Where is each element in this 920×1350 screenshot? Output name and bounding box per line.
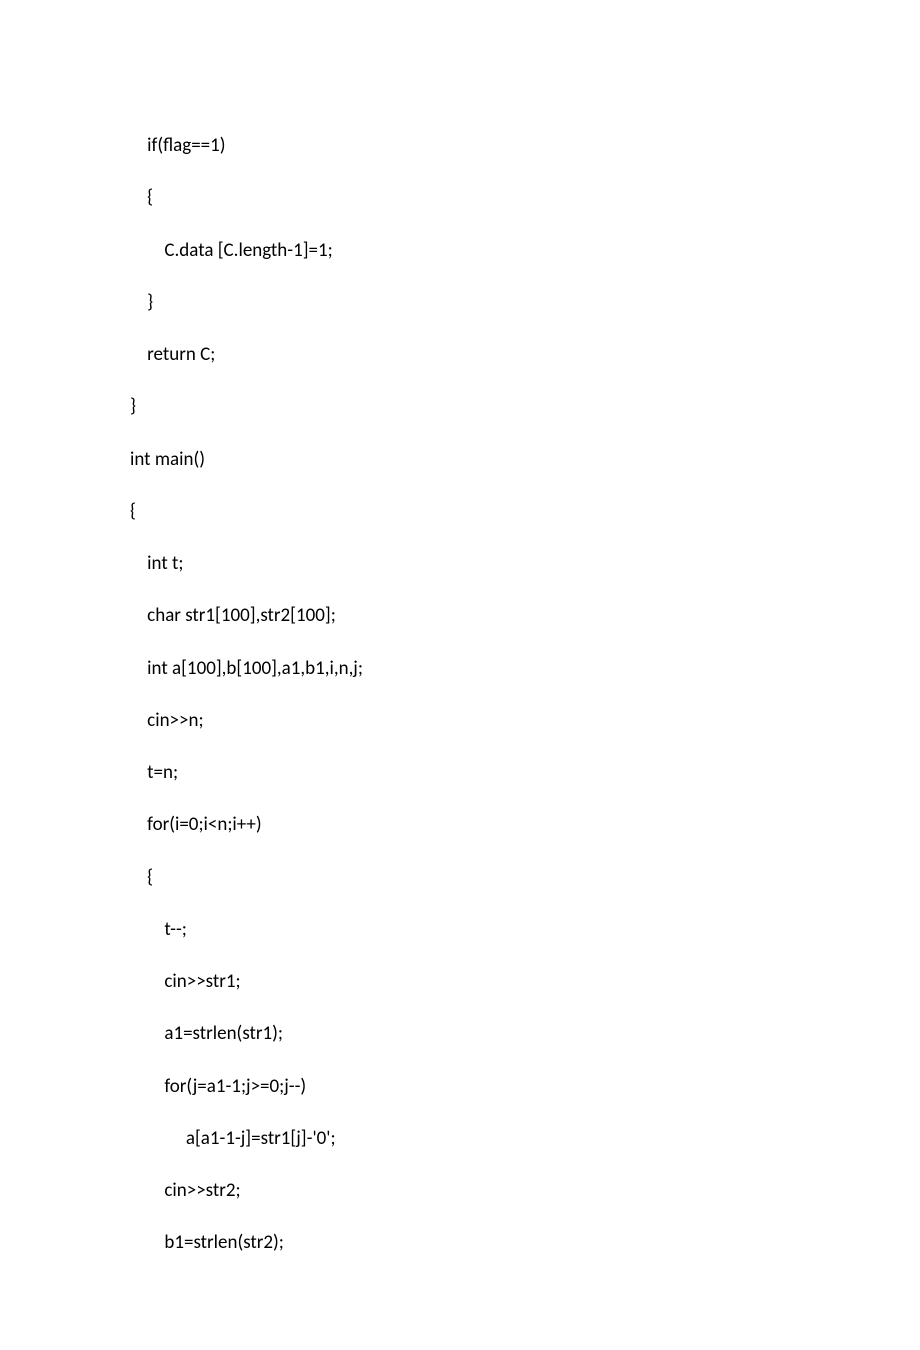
code-line: char str1[100],str2[100]; [130, 590, 790, 642]
code-line: int main() [130, 434, 790, 486]
code-line: return C; [130, 329, 790, 381]
code-line: a1=strlen(str1); [130, 1008, 790, 1060]
code-line: for(j=a1-1;j>=0;j--) [130, 1061, 790, 1113]
code-line: for(i=0;i<n;i++) [130, 799, 790, 851]
code-line: a[a1-1-j]=str1[j]-'0'; [130, 1113, 790, 1165]
code-line: t=n; [130, 747, 790, 799]
code-line: b1=strlen(str2); [130, 1217, 790, 1269]
code-line: if(flag==1) [130, 120, 790, 172]
code-line: int t; [130, 538, 790, 590]
page-content: if(flag==1) { C.data [C.length-1]=1; } r… [0, 0, 920, 1350]
code-line: cin>>str1; [130, 956, 790, 1008]
code-line: t--; [130, 904, 790, 956]
code-line: } [130, 381, 790, 433]
code-line: { [130, 172, 790, 224]
code-line: C.data [C.length-1]=1; [130, 225, 790, 277]
code-line: { [130, 486, 790, 538]
code-line: int a[100],b[100],a1,b1,i,n,j; [130, 643, 790, 695]
code-line: cin>>n; [130, 695, 790, 747]
code-line: } [130, 277, 790, 329]
code-line: cin>>str2; [130, 1165, 790, 1217]
code-line: { [130, 852, 790, 904]
